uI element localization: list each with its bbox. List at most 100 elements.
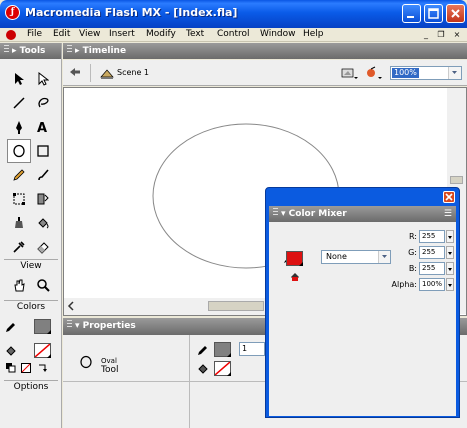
doc-minimize-button[interactable]: _ (421, 30, 431, 39)
back-arrow-icon[interactable] (69, 67, 81, 79)
green-input[interactable]: 255 (419, 246, 445, 259)
flash-app-icon[interactable]: ƒ (5, 5, 20, 20)
properties-title: Properties (82, 321, 136, 331)
eraser-tool[interactable] (31, 235, 55, 259)
title-bar: ƒ Macromedia Flash MX - [Index.fla] (0, 0, 467, 28)
maximize-button[interactable] (424, 4, 443, 23)
edit-symbols-icon[interactable] (365, 66, 383, 82)
zoom-select[interactable]: 100% (390, 66, 462, 80)
fill-color-icon (197, 363, 209, 377)
line-tool[interactable] (7, 91, 31, 115)
color-mixer-header[interactable]: ▾ Color Mixer ☰ (269, 206, 456, 222)
oval-tool-icon (79, 355, 93, 371)
text-tool[interactable]: A (31, 115, 55, 139)
pen-tool[interactable] (7, 115, 31, 139)
tools-title: Tools (19, 46, 46, 56)
scene-icon (100, 67, 114, 81)
colors-section-label: Colors (4, 300, 58, 312)
no-color-icon[interactable] (20, 361, 32, 375)
fill-style-select[interactable]: None (321, 250, 391, 264)
mixer-fill-bucket-icon[interactable] (289, 271, 301, 285)
horizontal-scroll-thumb[interactable] (208, 301, 264, 311)
menu-control[interactable]: Control (217, 29, 250, 39)
fill-color-swatch[interactable] (34, 343, 51, 358)
blue-label: B: (408, 264, 417, 273)
blue-slider-arrow[interactable] (446, 262, 454, 275)
doc-restore-button[interactable]: ❐ (436, 30, 446, 39)
editbar-divider (90, 64, 91, 82)
doc-close-button[interactable]: × (452, 30, 462, 39)
rectangle-tool[interactable] (31, 139, 55, 163)
tools-panel-header[interactable]: ▸ Tools (0, 43, 61, 59)
black-white-icon[interactable] (5, 361, 17, 375)
props-stroke-swatch[interactable] (214, 342, 231, 357)
props-fill-swatch[interactable] (214, 361, 231, 376)
arrow-tool[interactable] (7, 67, 31, 91)
free-transform-tool[interactable] (7, 187, 31, 211)
close-button[interactable] (446, 4, 465, 23)
lasso-tool[interactable] (31, 91, 55, 115)
stage-horizontal-scrollbar[interactable] (64, 298, 267, 315)
red-label: R: (408, 232, 417, 241)
fill-style-value: None (326, 252, 347, 261)
timeline-header[interactable]: ▸ Timeline (63, 43, 467, 59)
swap-colors-icon[interactable] (36, 361, 48, 375)
alpha-slider-arrow[interactable] (446, 278, 454, 291)
document-icon[interactable] (6, 30, 16, 40)
menu-help[interactable]: Help (303, 29, 324, 39)
color-mixer-close-button[interactable] (443, 191, 455, 203)
paint-bucket-tool[interactable] (31, 211, 55, 235)
tool-name-label: Oval (101, 357, 117, 365)
menu-text[interactable]: Text (186, 29, 204, 39)
color-mixer-title: Color Mixer (288, 209, 347, 219)
tools-panel: ▸ Tools A View Colors Options (0, 43, 62, 428)
options-section-label: Options (4, 380, 58, 392)
zoom-tool[interactable] (31, 273, 55, 297)
fill-bucket-icon (4, 339, 18, 363)
scroll-left-arrow[interactable] (66, 301, 76, 313)
window-title: Macromedia Flash MX - [Index.fla] (25, 6, 238, 19)
pencil-tool[interactable] (7, 163, 31, 187)
svg-text:A: A (37, 121, 47, 134)
minimize-button[interactable] (402, 4, 421, 23)
panel-options-icon[interactable]: ☰ (444, 206, 452, 222)
timeline-title: Timeline (82, 46, 127, 56)
color-mixer-window: ▾ Color Mixer ☰ None R: 255 G: 255 B: 25… (265, 187, 460, 418)
alpha-input[interactable]: 100% (419, 278, 445, 291)
stroke-color-swatch[interactable] (34, 319, 51, 334)
hand-tool[interactable] (7, 273, 31, 297)
stroke-color-icon (197, 344, 209, 358)
subselect-tool[interactable] (31, 67, 55, 91)
oval-tool[interactable] (7, 139, 31, 163)
ink-bottle-tool[interactable] (7, 211, 31, 235)
menu-modify[interactable]: Modify (146, 29, 176, 39)
green-label: G: (408, 248, 417, 257)
menu-view[interactable]: View (79, 29, 100, 39)
menu-edit[interactable]: Edit (53, 29, 70, 39)
edit-bar: Scene 1 100% (63, 60, 467, 86)
brush-tool[interactable] (31, 163, 55, 187)
vertical-scroll-thumb[interactable] (450, 176, 463, 184)
blue-input[interactable]: 255 (419, 262, 445, 275)
fill-transform-tool[interactable] (31, 187, 55, 211)
tool-sub-label: Tool (101, 365, 119, 375)
green-slider-arrow[interactable] (446, 246, 454, 259)
mixer-stroke-swatch[interactable] (286, 251, 303, 266)
stroke-width-input[interactable]: 1 (239, 342, 265, 356)
alpha-label: Alpha: (391, 280, 417, 289)
scene-label[interactable]: Scene 1 (117, 68, 149, 77)
red-slider-arrow[interactable] (446, 230, 454, 243)
eyedropper-tool[interactable] (7, 235, 31, 259)
menu-window[interactable]: Window (260, 29, 296, 39)
menu-insert[interactable]: Insert (109, 29, 135, 39)
menu-file[interactable]: File (27, 29, 42, 39)
color-mixer-titlebar[interactable] (266, 188, 459, 206)
red-input[interactable]: 255 (419, 230, 445, 243)
view-section-label: View (4, 259, 58, 271)
color-mixer-panel: ▾ Color Mixer ☰ None R: 255 G: 255 B: 25… (269, 206, 456, 416)
menu-bar: File Edit View Insert Modify Text Contro… (0, 28, 467, 42)
stroke-pencil-icon (4, 315, 18, 339)
zoom-dropdown-arrow[interactable] (448, 67, 461, 79)
zoom-value: 100% (392, 68, 419, 78)
edit-scene-icon[interactable] (341, 66, 359, 82)
